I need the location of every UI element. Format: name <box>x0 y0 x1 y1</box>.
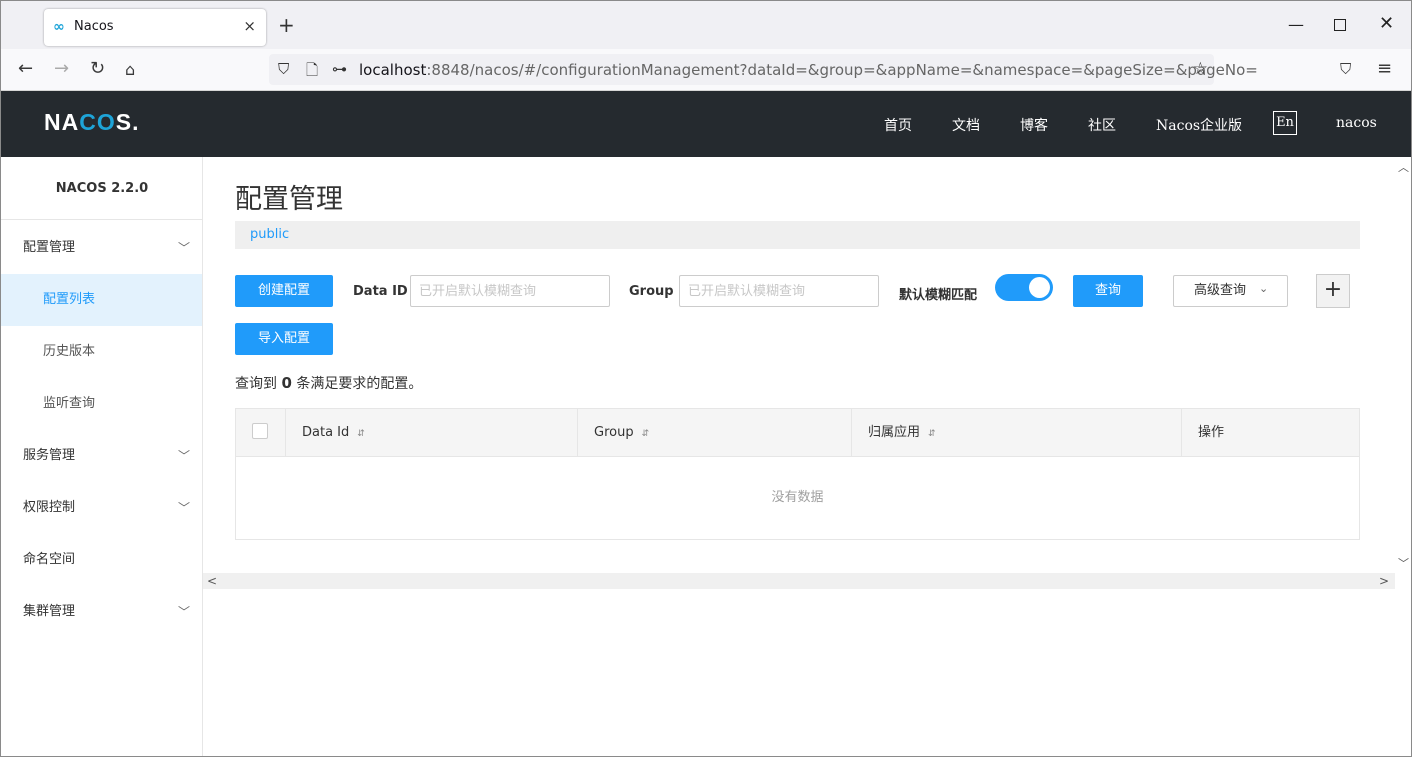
sidebar-item-auth[interactable]: 权限控制 ﹀ <box>1 482 202 534</box>
back-icon[interactable]: ← <box>18 58 33 79</box>
fuzzy-match-switch[interactable] <box>995 274 1053 301</box>
config-table: Data Id ⇵ Group ⇵ 归属应用 ⇵ 操作 没有数据 <box>235 408 1360 540</box>
import-config-button[interactable]: 导入配置 <box>235 323 333 355</box>
chevron-down-icon: ﹀ <box>177 449 190 463</box>
url-text[interactable]: localhost:8848/nacos/#/configurationMana… <box>359 61 1258 79</box>
dataid-input-wrapper <box>410 275 610 307</box>
result-summary: 查询到 0 条满足要求的配置。 <box>235 374 423 392</box>
column-header-actions: 操作 <box>1198 425 1225 440</box>
nav-blog[interactable]: 博客 <box>1020 115 1048 135</box>
namespace-bar: public <box>235 221 1360 249</box>
browser-tab[interactable]: ∞ Nacos × <box>44 9 266 46</box>
sidebar-item-cluster[interactable]: 集群管理 ﹀ <box>1 586 202 638</box>
user-menu[interactable]: nacos <box>1336 115 1377 131</box>
tab-close-icon[interactable]: × <box>243 17 256 35</box>
new-tab-icon[interactable]: + <box>278 15 295 35</box>
column-header-dataid[interactable]: Data Id ⇵ <box>286 409 578 457</box>
key-icon[interactable]: ⊶ <box>332 60 347 78</box>
dataid-label: Data ID <box>353 284 408 299</box>
sidebar-item-config-list[interactable]: 配置列表 <box>1 274 202 326</box>
dataid-input[interactable] <box>411 276 609 306</box>
switch-knob <box>1029 277 1050 298</box>
browser-toolbar: ← → ↻ ⌂ ⛉ 🗋 ⊶ localhost:8848/nacos/#/con… <box>1 49 1411 91</box>
browser-window: ∞ Nacos × + — ✕ ← → ↻ ⌂ ⛉ 🗋 ⊶ localhost:… <box>0 0 1412 757</box>
select-all-checkbox[interactable] <box>252 423 268 439</box>
sidebar: NACOS 2.2.0 配置管理 ﹀ 配置列表 历史版本 监听查询 服务管理 ﹀… <box>1 157 203 756</box>
advanced-query-label: 高级查询 <box>1194 283 1247 298</box>
chevron-down-icon: ﹀ <box>177 605 190 619</box>
fuzzy-match-label: 默认模糊匹配 <box>899 288 978 303</box>
empty-state: 没有数据 <box>771 490 824 505</box>
nav-home[interactable]: 首页 <box>884 115 912 135</box>
sort-icon[interactable]: ⇵ <box>642 429 650 439</box>
nav-enterprise[interactable]: Nacos企业版 <box>1156 115 1242 135</box>
scroll-down-icon[interactable]: ﹀ <box>1398 555 1409 571</box>
column-header-group[interactable]: Group ⇵ <box>578 409 852 457</box>
scroll-right-icon[interactable]: > <box>1379 574 1389 588</box>
star-icon[interactable]: ☆ <box>1193 59 1208 79</box>
forward-icon[interactable]: → <box>54 58 69 79</box>
maximize-icon[interactable] <box>1334 19 1346 31</box>
nacos-favicon-icon: ∞ <box>53 19 65 35</box>
sidebar-item-history[interactable]: 历史版本 <box>1 326 202 378</box>
sidebar-item-service[interactable]: 服务管理 ﹀ <box>1 430 202 482</box>
sidebar-item-label: 监听查询 <box>43 396 96 411</box>
menu-icon[interactable]: ≡ <box>1377 58 1392 79</box>
namespace-link-public[interactable]: public <box>250 227 289 242</box>
nav-docs[interactable]: 文档 <box>952 115 980 135</box>
sidebar-item-listener[interactable]: 监听查询 <box>1 378 202 430</box>
nacos-logo[interactable]: NACOS. <box>44 109 139 136</box>
page-icon[interactable]: 🗋 <box>306 60 318 85</box>
sidebar-item-label: 历史版本 <box>43 344 96 359</box>
scroll-up-icon[interactable]: ︿ <box>1398 159 1409 175</box>
result-count: 0 <box>281 374 292 392</box>
pocket-icon[interactable]: ⛉ <box>1340 60 1351 78</box>
url-bar[interactable]: ⛉ 🗋 ⊶ localhost:8848/nacos/#/configurati… <box>269 54 1258 85</box>
sidebar-item-label: 命名空间 <box>23 552 76 567</box>
shield-icon[interactable]: ⛉ <box>278 60 289 78</box>
chevron-up-icon: ﹀ <box>177 241 190 255</box>
main-content: 配置管理 public 创建配置 Data ID Group 默认模糊匹配 查询… <box>203 157 1395 573</box>
reload-icon[interactable]: ↻ <box>90 58 105 79</box>
sort-icon[interactable]: ⇵ <box>357 429 365 439</box>
minimize-icon[interactable]: — <box>1288 15 1304 34</box>
select-all-cell <box>236 409 286 457</box>
home-icon[interactable]: ⌂ <box>125 60 135 79</box>
chevron-down-icon: ⌄ <box>1259 282 1269 295</box>
chevron-down-icon: ﹀ <box>177 501 190 515</box>
language-toggle-button[interactable]: En <box>1273 111 1297 135</box>
query-button[interactable]: 查询 <box>1073 275 1143 307</box>
page-title: 配置管理 <box>235 184 343 215</box>
version-label: NACOS 2.2.0 <box>1 157 203 220</box>
sidebar-item-label: 服务管理 <box>23 448 76 463</box>
create-config-button[interactable]: 创建配置 <box>235 275 333 307</box>
app-header: NACOS. 首页 文档 博客 社区 Nacos企业版 En nacos <box>1 91 1411 157</box>
scroll-left-icon[interactable]: < <box>207 574 217 588</box>
sidebar-item-label: 权限控制 <box>23 500 76 515</box>
group-input-wrapper <box>679 275 879 307</box>
vertical-scrollbar[interactable]: ︿ ﹀ <box>1394 157 1411 573</box>
sort-icon[interactable]: ⇵ <box>928 429 936 439</box>
table-header: Data Id ⇵ Group ⇵ 归属应用 ⇵ 操作 <box>236 409 1359 457</box>
group-label: Group <box>629 284 674 299</box>
horizontal-scrollbar[interactable]: < > <box>203 573 1395 589</box>
sidebar-item-label: 集群管理 <box>23 604 76 619</box>
tab-strip: ∞ Nacos × + — ✕ <box>1 1 1411 49</box>
group-input[interactable] <box>680 276 878 306</box>
sidebar-item-config[interactable]: 配置管理 ﹀ <box>1 222 202 274</box>
sidebar-item-namespace[interactable]: 命名空间 <box>1 534 202 586</box>
window-close-icon[interactable]: ✕ <box>1379 13 1394 34</box>
column-header-app[interactable]: 归属应用 ⇵ <box>852 409 1182 457</box>
sidebar-item-label: 配置列表 <box>43 292 96 307</box>
nav-community[interactable]: 社区 <box>1088 115 1116 135</box>
tab-title: Nacos <box>74 19 114 34</box>
advanced-query-button[interactable]: 高级查询 ⌄ <box>1173 275 1288 307</box>
sidebar-item-label: 配置管理 <box>23 240 76 255</box>
plus-button[interactable]: + <box>1316 274 1350 308</box>
